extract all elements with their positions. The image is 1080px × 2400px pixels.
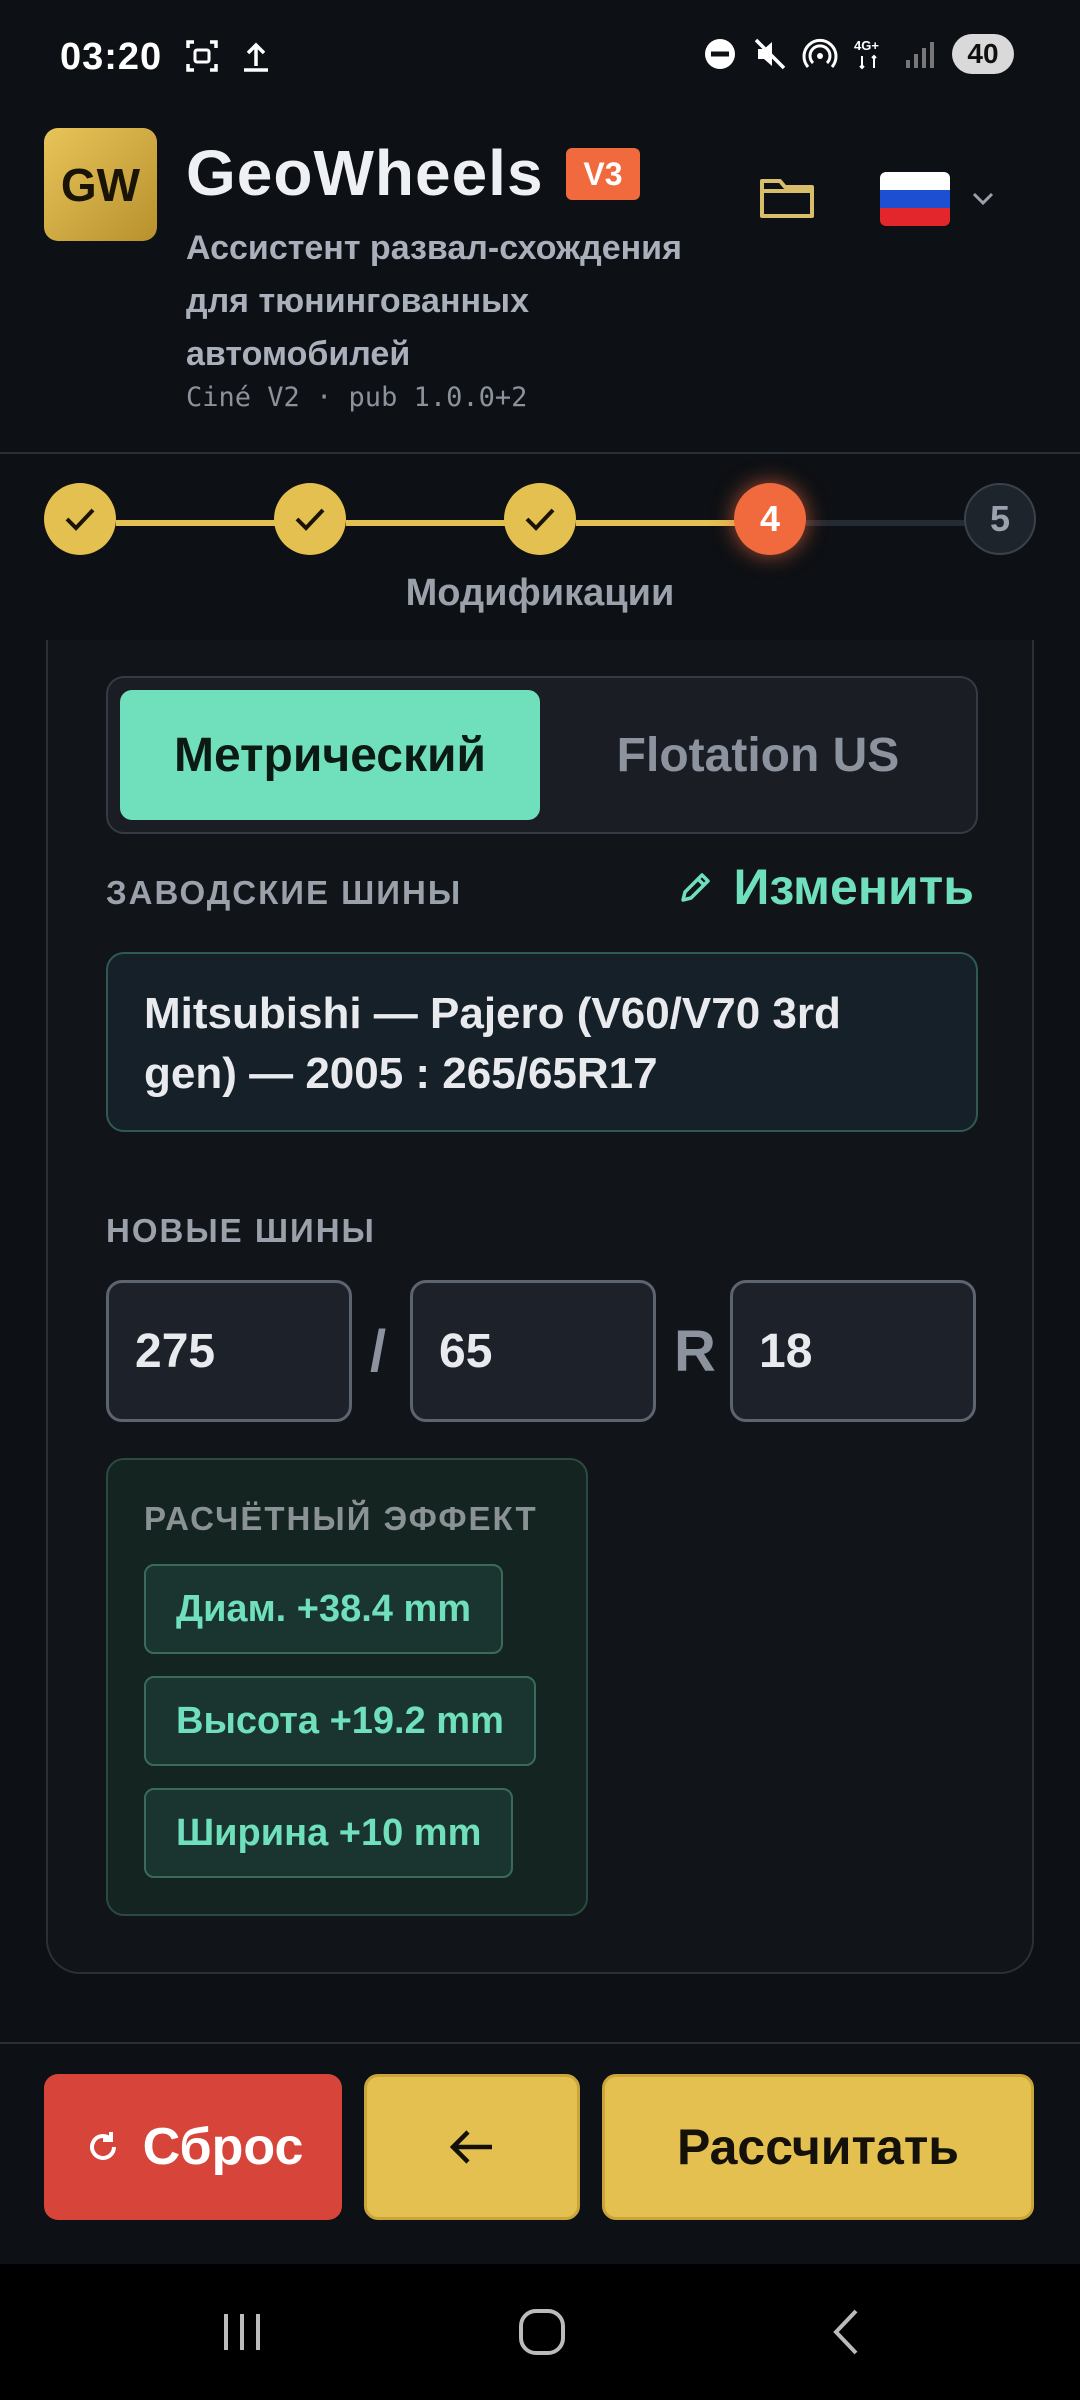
check-icon	[295, 508, 325, 531]
do-not-disturb-icon	[705, 39, 735, 69]
refresh-icon	[89, 2132, 116, 2160]
app-logo: GW	[44, 128, 157, 241]
step-3-done[interactable]	[504, 483, 576, 555]
rim-separator: R	[674, 1318, 716, 1384]
step-1-done[interactable]	[44, 483, 116, 555]
tire-aspect-input[interactable]: 65	[410, 1280, 656, 1422]
battery-indicator: 40	[952, 34, 1014, 74]
diameter-chip: Диам. +38.4 mm	[144, 1564, 504, 1654]
system-nav-bar	[0, 2264, 1080, 2400]
estimated-effect-panel: РАСЧЁТНЫЙ ЭФФЕКТ Диам. +38.4 mm Высота +…	[106, 1458, 588, 1916]
home-icon	[519, 2309, 565, 2355]
chevron-left-icon	[833, 2309, 858, 2355]
calculate-button[interactable]: Рассчитать	[602, 2074, 1034, 2220]
slash-separator: /	[370, 1318, 387, 1384]
svg-text:4G+: 4G+	[854, 38, 879, 53]
step-4-current[interactable]: 4	[734, 483, 806, 555]
edit-factory-button[interactable]: Изменить	[677, 858, 974, 916]
app-title: GeoWheels	[186, 137, 544, 209]
flotation-us-option[interactable]: Flotation US	[548, 690, 968, 820]
arrow-left-icon	[449, 2130, 492, 2164]
step-2-done[interactable]	[274, 483, 346, 555]
tire-width-input[interactable]: 275	[106, 1280, 352, 1422]
screenshot-icon	[186, 40, 218, 72]
current-step-label: Модификации	[405, 572, 675, 614]
metric-option[interactable]: Метрический	[120, 690, 540, 820]
units-toggle: Метрический Flotation US	[106, 676, 978, 834]
network-4g-icon: 4G+	[854, 38, 879, 70]
rim-diameter-input[interactable]: 18	[730, 1280, 976, 1422]
home-button[interactable]	[492, 2294, 592, 2370]
pencil-icon	[681, 873, 711, 902]
factory-tires-label: ЗАВОДСКИЕ ШИНЫ	[106, 874, 463, 911]
reset-label: Сброс	[142, 2118, 304, 2176]
step-5-todo[interactable]: 5	[964, 483, 1036, 555]
app-header: GW GeoWheels V3 Ассистент развал-схожден…	[0, 120, 1080, 454]
language-selector[interactable]	[880, 164, 1010, 234]
edit-label: Изменить	[733, 859, 974, 915]
bottom-action-bar: Сброс Рассчитать	[0, 2042, 1080, 2264]
version-badge: V3	[566, 148, 640, 200]
status-bar: 03:20 4G+ 40	[0, 0, 1080, 120]
effect-title: РАСЧЁТНЫЙ ЭФФЕКТ	[144, 1500, 538, 1537]
width-chip: Ширина +10 mm	[144, 1788, 514, 1878]
new-tires-label: НОВЫЕ ШИНЫ	[106, 1212, 376, 1249]
step-connector	[576, 520, 736, 526]
open-folder-button[interactable]	[756, 166, 818, 228]
signal-icon	[906, 42, 934, 68]
recent-apps-icon	[224, 2314, 260, 2350]
build-info: Ciné V2 · pub 1.0.0+2	[186, 382, 528, 413]
back-button[interactable]	[364, 2074, 580, 2220]
reset-button[interactable]: Сброс	[44, 2074, 342, 2220]
recent-apps-button[interactable]	[192, 2294, 292, 2370]
chevron-down-icon	[972, 192, 994, 206]
russia-flag-icon	[880, 172, 950, 226]
step-connector	[346, 520, 506, 526]
height-chip: Высота +19.2 mm	[144, 1676, 536, 1766]
check-icon	[65, 508, 95, 531]
hotspot-icon	[802, 38, 838, 68]
step-connector	[116, 520, 276, 526]
system-back-button[interactable]	[796, 2294, 896, 2370]
folder-icon	[760, 179, 814, 218]
mute-icon	[754, 38, 786, 70]
step-connector	[806, 520, 966, 526]
check-icon	[525, 508, 555, 531]
status-time: 03:20	[60, 36, 163, 78]
modifications-card: Метрический Flotation US ЗАВОДСКИЕ ШИНЫ …	[46, 640, 1034, 1974]
app-subtitle: Ассистент развал-схождения для тюнингова…	[186, 229, 682, 373]
factory-tire-value: Mitsubishi — Pajero (V60/V70 3rd gen) — …	[106, 952, 978, 1132]
upload-icon	[244, 42, 268, 72]
